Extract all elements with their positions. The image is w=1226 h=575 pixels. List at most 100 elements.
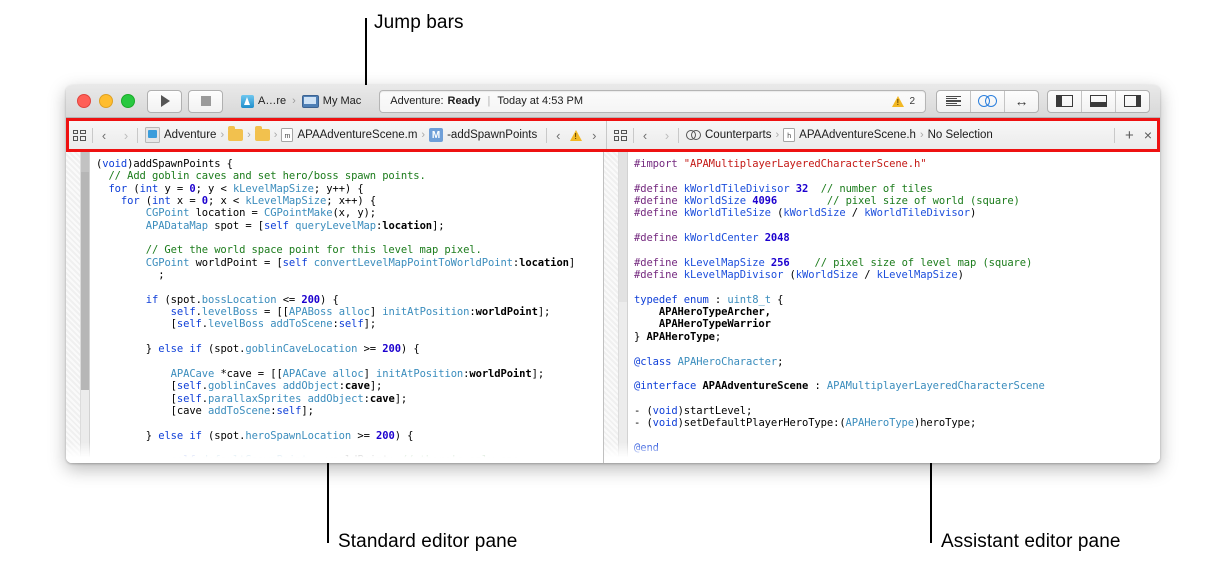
breadcrumb-counterparts[interactable]: Counterparts	[685, 129, 772, 141]
annotation-assistant-editor-pane: Assistant editor pane	[941, 531, 1121, 552]
stop-button[interactable]	[188, 89, 223, 113]
left-gutter	[66, 152, 81, 463]
zoom-button[interactable]	[121, 94, 135, 108]
related-items-icon	[613, 129, 627, 141]
close-assistant-editor-button[interactable]: ×	[1144, 128, 1152, 142]
warning-icon[interactable]	[570, 129, 583, 141]
breadcrumb-chevron-6: ›	[919, 129, 924, 141]
breadcrumb-chevron-5: ›	[775, 129, 780, 141]
code-line: CGPoint worldPoint = [self convertLevelM…	[145, 256, 576, 269]
code-line: self.levelBoss = [[APABoss alloc] initAt…	[170, 306, 551, 319]
back-button-left[interactable]: ‹	[93, 128, 115, 143]
code-line: #define kLevelMapSize 256 // pixel size …	[634, 256, 1033, 269]
right-gutter	[604, 152, 619, 463]
forward-button-left[interactable]: ›	[115, 128, 137, 143]
add-assistant-editor-button[interactable]: +	[1125, 128, 1134, 143]
standard-editor-code[interactable]: (void)addSpawnPoints { // Add goblin cav…	[90, 152, 603, 463]
breadcrumb-no-selection[interactable]: No Selection	[927, 129, 994, 141]
scheme-separator: ›	[292, 95, 296, 107]
code-line: for (int y = 0; y < kLevelMapSize; y++) …	[108, 182, 364, 195]
breadcrumb-method-label: -addSpawnPoints	[447, 129, 538, 141]
code-line: @end	[634, 441, 659, 454]
previous-issue-button[interactable]: ‹	[551, 128, 565, 143]
folder-icon	[254, 126, 270, 141]
breadcrumb-file[interactable]: m APAAdventureScene.m	[280, 128, 418, 142]
method-icon: M	[429, 128, 444, 142]
code-line: [self.levelBoss addToScene:self];	[96, 318, 377, 331]
code-line: #define kWorldTileDivisor 32 // number o…	[634, 182, 933, 195]
assistant-editor-code[interactable]: #import "APAMultiplayerLayeredCharacterS…	[628, 152, 1160, 463]
window-controls	[77, 94, 135, 108]
code-line: APADataMap spot = [self queryLevelMap:lo…	[145, 219, 445, 232]
related-items-button-right[interactable]	[607, 129, 633, 141]
editor-mode-segments: ↔	[936, 89, 1039, 113]
code-line: // Add goblin caves and set hero/boss sp…	[96, 170, 426, 183]
debug-area-toggle-button[interactable]	[1082, 90, 1116, 112]
standard-editor-jump-bar: ‹ › Adventure › › › m APAAdventureScene.…	[66, 121, 607, 149]
code-line: APAHeroTypeWarrior	[634, 318, 771, 331]
breadcrumb-method[interactable]: M -addSpawnPoints	[428, 128, 538, 142]
breadcrumb-chevron-2: ›	[247, 129, 251, 141]
standard-editor-icon	[946, 95, 961, 107]
version-editor-button[interactable]: ↔	[1005, 91, 1038, 112]
code-line: - (void)startLevel;	[634, 404, 753, 417]
code-line: APACave *cave = [[APACave alloc] initAtP…	[170, 367, 545, 380]
back-button-right[interactable]: ‹	[634, 128, 656, 143]
toolbar-right-group: ↔	[936, 89, 1150, 113]
forward-button-right[interactable]: ›	[656, 128, 678, 143]
minimize-button[interactable]	[99, 94, 113, 108]
jump-bar-separator-5	[678, 127, 679, 143]
breadcrumb-project[interactable]: Adventure	[144, 127, 217, 143]
issue-counter[interactable]: 2	[892, 91, 915, 112]
status-project-label: Adventure:	[390, 95, 444, 107]
scheme-selector[interactable]: A…re › My Mac	[233, 91, 369, 112]
jump-bar-separator-3	[546, 127, 548, 143]
code-line: if (spot.bossLocation <= 200) {	[145, 293, 339, 306]
objc-implementation-file-icon: m	[281, 128, 294, 142]
code-line: #define kWorldCenter 2048	[634, 232, 790, 245]
left-focus-ribbon	[81, 152, 90, 463]
breadcrumb-folder-2[interactable]	[254, 126, 271, 141]
code-line: #define kLevelMapDivisor (kWorldSize / k…	[634, 269, 964, 282]
next-issue-button[interactable]: ›	[587, 128, 601, 143]
close-button[interactable]	[77, 94, 91, 108]
run-icon	[161, 95, 170, 107]
code-line: } APAHeroType;	[634, 330, 722, 343]
status-state-label: Ready	[447, 95, 481, 107]
code-line: [cave addToScene:self];	[96, 404, 314, 417]
standard-editor-button[interactable]	[937, 90, 971, 112]
assistant-editor-jump-bar: ‹ › Counterparts › h APAAdventureScene.h…	[607, 121, 1160, 149]
window-toolbar: A…re › My Mac Adventure: Ready | Today a…	[66, 85, 1160, 118]
jump-bars: ‹ › Adventure › › › m APAAdventureScene.…	[66, 121, 1160, 149]
navigator-toggle-icon	[1056, 95, 1073, 107]
my-mac-icon	[301, 94, 319, 108]
breadcrumb-project-label: Adventure	[164, 129, 217, 141]
warning-icon	[892, 95, 905, 107]
code-line: for (int x = 0; x < kLevelMapSize; x++) …	[120, 195, 377, 208]
breadcrumb-counterparts-label: Counterparts	[705, 129, 772, 141]
assistant-editor-pane[interactable]: #import "APAMultiplayerLayeredCharacterS…	[604, 152, 1160, 463]
screenshot-root: Jump bars Standard editor pane Assistant…	[0, 0, 1226, 575]
code-line: // Get the world space point for this le…	[96, 244, 482, 257]
breadcrumb-no-selection-label: No Selection	[927, 129, 993, 141]
code-line: } else if (spot.heroSpawnLocation >= 200…	[96, 429, 414, 442]
right-focus-ribbon	[619, 152, 628, 463]
assistant-editor-button[interactable]	[971, 90, 1005, 112]
status-divider: |	[487, 95, 491, 107]
code-line: #define kWorldTileSize (kWorldSize / kWo…	[634, 207, 977, 220]
utilities-toggle-button[interactable]	[1116, 91, 1149, 112]
breadcrumb-header-file[interactable]: h APAAdventureScene.h	[782, 128, 917, 142]
run-button[interactable]	[147, 89, 182, 113]
standard-editor-pane[interactable]: (void)addSpawnPoints { // Add goblin cav…	[66, 152, 604, 463]
navigator-toggle-button[interactable]	[1048, 90, 1082, 112]
view-toggle-segments	[1047, 89, 1150, 113]
code-line: ;	[96, 269, 165, 282]
related-items-button-left[interactable]	[66, 129, 92, 141]
breadcrumb-folder-1[interactable]	[227, 126, 244, 141]
xcode-window: A…re › My Mac Adventure: Ready | Today a…	[66, 85, 1160, 463]
